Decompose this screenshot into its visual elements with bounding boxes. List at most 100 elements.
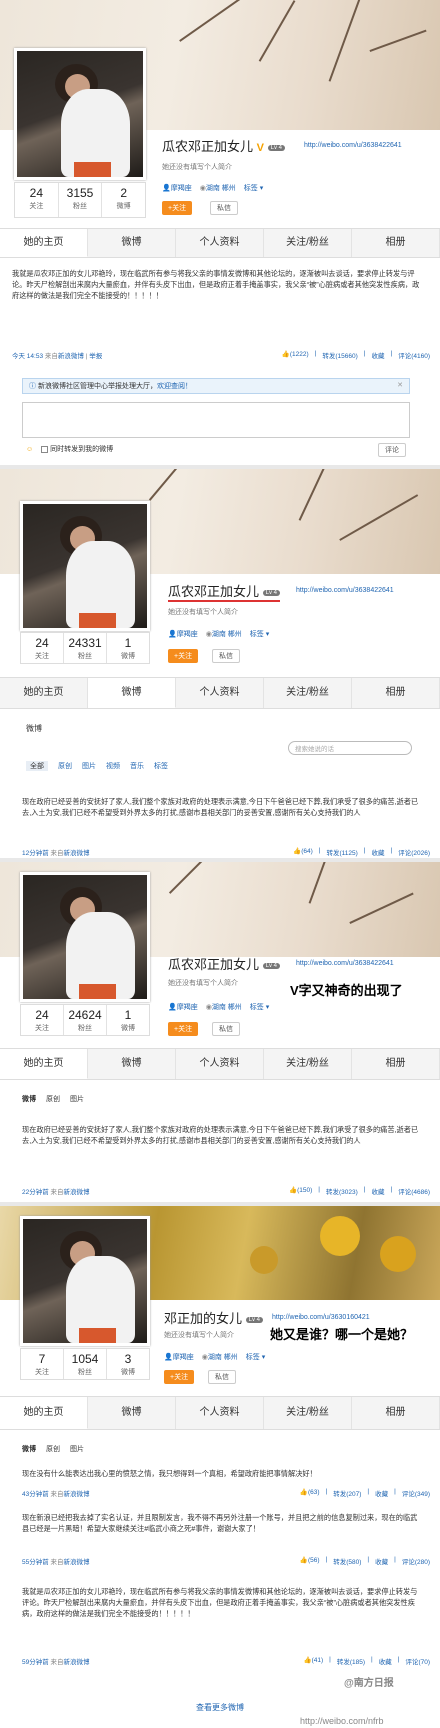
tab-album[interactable]: 相册	[352, 1049, 440, 1079]
avatar[interactable]	[20, 872, 150, 1002]
profile-url[interactable]: http://weibo.com/u/3638422641	[296, 960, 394, 967]
source-link[interactable]: 新浪微博	[64, 850, 90, 857]
follow-button[interactable]: +关注	[164, 1370, 195, 1384]
comment-input[interactable]	[22, 402, 410, 438]
tab-home[interactable]: 她的主页	[0, 1397, 88, 1429]
message-button[interactable]: 私信	[210, 201, 238, 215]
profile-url[interactable]: http://weibo.com/u/3638422641	[296, 587, 394, 594]
repost-button[interactable]: 转发(15660)	[322, 350, 357, 360]
tab-weibo[interactable]: 微博	[88, 678, 176, 708]
comment-button[interactable]: 评论(4686)	[398, 1186, 430, 1196]
subnav-original[interactable]: 原创	[46, 1094, 60, 1104]
subnav-weibo[interactable]: 微博	[22, 1094, 36, 1104]
smiley-icon[interactable]: ☺	[26, 446, 33, 453]
source-link[interactable]: 新浪微博	[64, 1559, 90, 1566]
comment-button[interactable]: 评论(4160)	[398, 350, 430, 360]
repost-button[interactable]: 转发(207)	[333, 1488, 361, 1498]
repost-button[interactable]: 转发(3023)	[326, 1186, 358, 1196]
filter-tag[interactable]: 标签	[154, 761, 168, 771]
comment-button[interactable]: 评论(280)	[402, 1556, 430, 1566]
favorite-button[interactable]: 收藏	[375, 1488, 388, 1498]
source-link[interactable]: 新浪微博	[64, 1659, 90, 1666]
tab-home[interactable]: 她的主页	[0, 1049, 88, 1079]
notice-link[interactable]: 欢迎查阅！	[157, 383, 192, 390]
favorite-button[interactable]: 收藏	[372, 350, 385, 360]
subnav-image[interactable]: 图片	[70, 1444, 84, 1454]
favorite-button[interactable]: 收藏	[372, 847, 385, 857]
weibo-count[interactable]: 1 微博	[107, 1005, 149, 1035]
close-icon[interactable]: ✕	[397, 381, 403, 389]
source-link[interactable]: 新浪微博	[64, 1491, 90, 1498]
tab-follow-fans[interactable]: 关注/粉丝	[264, 1397, 352, 1429]
favorite-button[interactable]: 收藏	[379, 1656, 392, 1666]
avatar[interactable]	[14, 48, 146, 180]
source-link[interactable]: 新浪微博	[58, 353, 84, 360]
subnav-image[interactable]: 图片	[70, 1094, 84, 1104]
tags-link[interactable]: 标签 ▾	[250, 629, 269, 639]
tab-follow-fans[interactable]: 关注/粉丝	[264, 229, 352, 257]
filter-music[interactable]: 音乐	[130, 761, 144, 771]
fans-count[interactable]: 1054 粉丝	[64, 1349, 107, 1379]
tags-link[interactable]: 标签 ▾	[250, 1002, 269, 1012]
source-link[interactable]: 新浪微博	[64, 1189, 90, 1196]
filter-image[interactable]: 图片	[82, 761, 96, 771]
search-input[interactable]: 搜索她说的话	[288, 741, 412, 755]
profile-url[interactable]: http://weibo.com/u/3638422641	[304, 142, 402, 149]
follow-count[interactable]: 24 关注	[15, 183, 59, 217]
avatar[interactable]	[20, 501, 150, 631]
follow-button[interactable]: +关注	[168, 1022, 199, 1036]
tags-link[interactable]: 标签 ▾	[244, 183, 263, 193]
comment-submit-button[interactable]: 评论	[378, 443, 406, 457]
profile-url[interactable]: http://weibo.com/u/3630160421	[272, 1314, 370, 1321]
like-button[interactable]: 👍(41)	[303, 1656, 323, 1666]
tab-follow-fans[interactable]: 关注/粉丝	[264, 678, 352, 708]
tab-album[interactable]: 相册	[352, 1397, 440, 1429]
repost-button[interactable]: 转发(185)	[337, 1656, 365, 1666]
more-posts-link[interactable]: 查看更多微博	[0, 1702, 440, 1713]
tags-link[interactable]: 标签 ▾	[246, 1352, 265, 1362]
follow-button[interactable]: +关注	[162, 201, 193, 215]
message-button[interactable]: 私信	[212, 1022, 240, 1036]
tab-profile[interactable]: 个人资料	[176, 678, 264, 708]
follow-count[interactable]: 24 关注	[21, 633, 64, 663]
tab-weibo[interactable]: 微博	[88, 1397, 176, 1429]
message-button[interactable]: 私信	[212, 649, 240, 663]
tab-home[interactable]: 她的主页	[0, 229, 88, 257]
comment-button[interactable]: 评论(70)	[405, 1656, 430, 1666]
fans-count[interactable]: 24331 粉丝	[64, 633, 107, 663]
weibo-count[interactable]: 2 微博	[102, 183, 145, 217]
fans-count[interactable]: 3155 粉丝	[59, 183, 103, 217]
favorite-button[interactable]: 收藏	[372, 1186, 385, 1196]
filter-video[interactable]: 视频	[106, 761, 120, 771]
follow-count[interactable]: 24 关注	[21, 1005, 64, 1035]
tab-album[interactable]: 相册	[352, 678, 440, 708]
tab-profile[interactable]: 个人资料	[176, 229, 264, 257]
tab-profile[interactable]: 个人资料	[176, 1049, 264, 1079]
like-button[interactable]: 👍(63)	[300, 1488, 320, 1498]
tab-weibo[interactable]: 微博	[88, 1049, 176, 1079]
filter-original[interactable]: 原创	[58, 761, 72, 771]
comment-button[interactable]: 评论(349)	[402, 1488, 430, 1498]
filter-all[interactable]: 全部	[26, 761, 48, 771]
follow-button[interactable]: +关注	[168, 649, 199, 663]
favorite-button[interactable]: 收藏	[375, 1556, 388, 1566]
avatar[interactable]	[20, 1216, 150, 1346]
like-button[interactable]: 👍(150)	[289, 1186, 312, 1196]
tab-home[interactable]: 她的主页	[0, 678, 88, 708]
report-link[interactable]: 举报	[89, 353, 102, 360]
follow-count[interactable]: 7 关注	[21, 1349, 64, 1379]
tab-follow-fans[interactable]: 关注/粉丝	[264, 1049, 352, 1079]
tab-album[interactable]: 相册	[352, 229, 440, 257]
tab-profile[interactable]: 个人资料	[176, 1397, 264, 1429]
comment-button[interactable]: 评论(2026)	[398, 847, 430, 857]
like-button[interactable]: 👍(56)	[300, 1556, 320, 1566]
like-button[interactable]: 👍(64)	[293, 847, 313, 857]
like-button[interactable]: 👍(1222)	[282, 350, 309, 360]
tab-weibo[interactable]: 微博	[88, 229, 176, 257]
weibo-count[interactable]: 1 微博	[107, 633, 149, 663]
subnav-weibo[interactable]: 微博	[22, 1444, 36, 1454]
weibo-count[interactable]: 3 微博	[107, 1349, 149, 1379]
message-button[interactable]: 私信	[208, 1370, 236, 1384]
fans-count[interactable]: 24624 粉丝	[64, 1005, 107, 1035]
repost-button[interactable]: 转发(580)	[333, 1556, 361, 1566]
